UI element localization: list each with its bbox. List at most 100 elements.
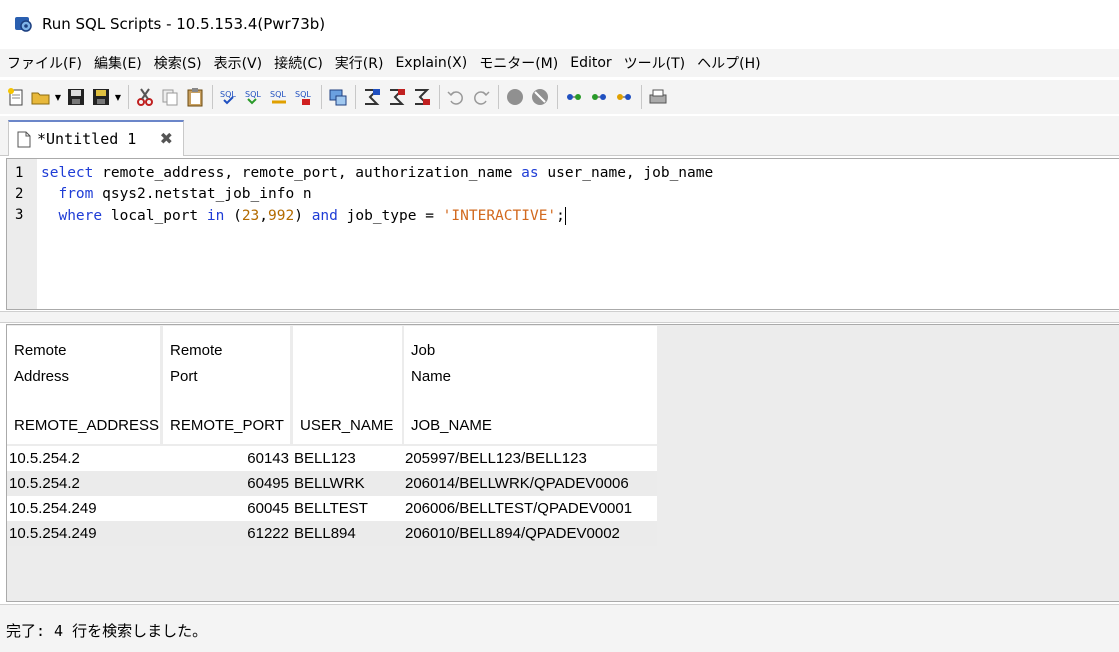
line-number: 2 [15, 186, 24, 202]
close-tab-icon[interactable]: ✖ [160, 129, 173, 148]
title-bar: Run SQL Scripts - 10.5.153.4(Pwr73b) [0, 0, 1119, 48]
run-sql-all-icon[interactable]: SQL [217, 85, 241, 109]
visual-explain-icon[interactable] [410, 85, 434, 109]
stop-icon[interactable] [503, 85, 527, 109]
new-icon[interactable] [4, 85, 28, 109]
column-header-name: JOB_NAME [411, 417, 492, 434]
code-line: where local_port in (23,992) and job_typ… [41, 207, 566, 225]
line-number: 3 [15, 207, 24, 223]
sql-editor[interactable]: 1 2 3 select remote_address, remote_port… [6, 158, 1119, 310]
menu-search[interactable]: 検索(S) [153, 51, 203, 75]
cell-remote-port: 60045 [247, 500, 289, 517]
code-token: local_port [102, 208, 207, 224]
cell-user-name: BELL123 [294, 450, 356, 467]
code-token: job_type = [337, 208, 443, 224]
code-token: 'INTERACTIVE' [442, 208, 557, 224]
column-header-remote-port[interactable]: Remote Port REMOTE_PORT [163, 326, 292, 444]
debug-step-icon[interactable] [587, 85, 611, 109]
cell-job-name: 206014/BELLWRK/QPADEV0006 [405, 475, 629, 492]
code-token: and [311, 208, 338, 224]
table-row[interactable]: 10.5.254.249 61222 BELL894 206010/BELL89… [7, 521, 657, 546]
menu-edit[interactable]: 編集(E) [93, 51, 143, 75]
code-token: user_name, job_name [538, 165, 714, 181]
document-icon [17, 131, 31, 147]
print-icon[interactable] [646, 85, 670, 109]
menu-editor[interactable]: Editor [569, 53, 612, 73]
text-caret [564, 207, 566, 225]
cell-user-name: BELLTEST [294, 500, 368, 517]
menu-bar: ファイル(F) 編集(E) 検索(S) 表示(V) 接続(C) 実行(R) Ex… [0, 49, 1119, 77]
toolbar-separator [439, 85, 440, 109]
column-header-job-name[interactable]: Job Name JOB_NAME [404, 326, 657, 444]
tab-untitled-1[interactable]: *Untitled 1 ✖ [8, 120, 184, 156]
redo-icon[interactable] [469, 85, 493, 109]
table-row[interactable]: 10.5.254.2 60495 BELLWRK 206014/BELLWRK/… [7, 471, 657, 496]
debug-icon[interactable] [562, 85, 586, 109]
menu-run[interactable]: 実行(R) [334, 51, 385, 75]
menu-help[interactable]: ヘルプ(H) [696, 51, 761, 75]
column-header-user-name[interactable]: USER_NAME [293, 326, 404, 444]
open-dropdown-icon[interactable]: ▼ [54, 85, 62, 109]
cut-icon[interactable] [133, 85, 157, 109]
column-header-label: Name [411, 368, 452, 385]
column-header-label: Port [170, 368, 198, 385]
connection-icon[interactable] [326, 85, 350, 109]
cell-job-name: 206010/BELL894/QPADEV0002 [405, 525, 620, 542]
line-number: 1 [15, 165, 24, 181]
run-sql-from-selected-icon[interactable]: SQL [267, 85, 291, 109]
code-token: select [41, 165, 94, 181]
code-token: ( [224, 208, 242, 224]
toolbar-separator [557, 85, 558, 109]
cell-remote-address: 10.5.254.249 [9, 525, 97, 542]
toolbar-separator [355, 85, 356, 109]
explain-icon[interactable] [360, 85, 384, 109]
run-and-explain-icon[interactable] [385, 85, 409, 109]
copy-icon[interactable] [158, 85, 182, 109]
code-token: qsys2.netstat_job_info n [93, 186, 312, 202]
column-header-name: REMOTE_PORT [170, 417, 284, 434]
table-row[interactable]: 10.5.254.2 60143 BELL123 205997/BELL123/… [7, 446, 657, 471]
menu-file[interactable]: ファイル(F) [6, 51, 83, 75]
cancel-request-icon[interactable] [528, 85, 552, 109]
svg-text:SQL: SQL [295, 90, 311, 99]
toolbar-separator [641, 85, 642, 109]
save-dropdown-icon[interactable]: ▼ [114, 85, 122, 109]
cell-user-name: BELLWRK [294, 475, 365, 492]
cell-remote-port: 60495 [247, 475, 289, 492]
paste-icon[interactable] [183, 85, 207, 109]
table-row[interactable]: 10.5.254.249 60045 BELLTEST 206006/BELLT… [7, 496, 657, 521]
save-icon[interactable] [64, 85, 88, 109]
toolbar-separator [128, 85, 129, 109]
menu-explain[interactable]: Explain(X) [394, 53, 468, 73]
cell-user-name: BELL894 [294, 525, 356, 542]
menu-monitor[interactable]: モニター(M) [478, 51, 559, 75]
column-header-label: Remote [14, 342, 67, 359]
run-sql-selected-icon[interactable]: SQL [242, 85, 266, 109]
tab-bar: *Untitled 1 ✖ [0, 116, 1119, 156]
code-token: ) [294, 208, 312, 224]
menu-view[interactable]: 表示(V) [213, 51, 264, 75]
run-sql-stop-icon[interactable]: SQL [292, 85, 316, 109]
code-token: 992 [268, 208, 295, 224]
column-header-remote-address[interactable]: Remote Address REMOTE_ADDRESS [7, 326, 162, 444]
column-header-label: Job [411, 342, 436, 359]
app-icon [15, 17, 32, 32]
column-header-label: Address [14, 368, 70, 385]
code-token: in [206, 208, 225, 224]
cell-job-name: 206006/BELLTEST/QPADEV0001 [405, 500, 633, 517]
save-all-icon[interactable] [89, 85, 113, 109]
code-token: remote_address, remote_port, authorizati… [93, 165, 522, 181]
code-token: where [58, 208, 103, 224]
debug-run-icon[interactable] [612, 85, 636, 109]
code-token: 23 [241, 208, 260, 224]
pane-splitter[interactable] [0, 311, 1119, 323]
undo-icon[interactable] [444, 85, 468, 109]
menu-connection[interactable]: 接続(C) [273, 51, 324, 75]
column-header-name: REMOTE_ADDRESS [14, 417, 160, 434]
menu-tools[interactable]: ツール(T) [623, 51, 686, 75]
line-number-gutter: 1 2 3 [7, 159, 37, 309]
code-line: from qsys2.netstat_job_info n [41, 186, 312, 202]
open-folder-icon[interactable] [29, 85, 53, 109]
window-title: Run SQL Scripts - 10.5.153.4(Pwr73b) [42, 15, 326, 33]
